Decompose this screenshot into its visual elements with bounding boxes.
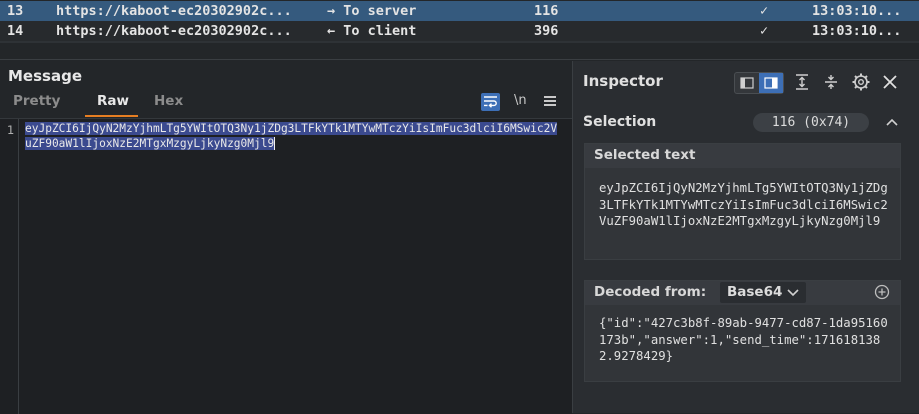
decoder-select-value: Base64	[727, 284, 783, 300]
decoder-select[interactable]: Base64	[720, 282, 806, 303]
tab-hex[interactable]: Hex	[154, 93, 183, 109]
show-newlines-button[interactable]: \n	[514, 93, 527, 108]
selected-text-label: Selected text	[594, 147, 696, 163]
active-tab-indicator	[85, 115, 138, 117]
row-time: 13:03:10...	[812, 23, 902, 39]
message-title: Message	[8, 67, 82, 85]
row-direction: → To server	[327, 3, 417, 19]
selection-length-badge: 116 (0x74)	[753, 113, 869, 132]
text-cursor	[274, 137, 276, 150]
row-time: 13:03:10...	[812, 3, 902, 19]
decoded-from-label: Decoded from:	[594, 284, 707, 300]
splitter-line	[0, 59, 919, 60]
word-wrap-icon	[484, 96, 497, 108]
inspector-title: Inspector	[583, 72, 663, 90]
selection-section-title[interactable]: Selection	[583, 114, 656, 130]
row-id: 13	[7, 3, 24, 19]
row-direction: ← To client	[327, 23, 417, 39]
panel-splitter[interactable]	[0, 43, 919, 61]
row-url: https://kaboot-ec20302902c...	[56, 3, 292, 19]
selected-text-value[interactable]: eyJpZCI6IjQyN2MzYjhmLTg5YWItOTQ3Ny1jZDg3…	[599, 180, 891, 230]
layout-horizontal-icon[interactable]	[735, 73, 759, 93]
inspector-panel: Inspector Selection 116 (0x74) Selected …	[573, 61, 919, 413]
check-icon: ✓	[760, 3, 769, 19]
decoded-text-value[interactable]: {"id":"427c3b8f-89ab-9477-cd87-1da951601…	[599, 315, 891, 365]
table-row[interactable]: 14 https://kaboot-ec20302902c... ← To cl…	[0, 21, 919, 41]
selected-text-box: Selected text eyJpZCI6IjQyN2MzYjhmLTg5YW…	[584, 143, 901, 260]
add-decoder-icon[interactable]	[874, 284, 890, 300]
gear-icon[interactable]	[851, 72, 871, 92]
layout-toggle[interactable]	[734, 72, 784, 94]
line-gutter: 1	[0, 119, 19, 414]
chevron-down-icon	[787, 289, 799, 297]
tab-raw[interactable]: Raw	[97, 93, 129, 109]
chevron-up-icon[interactable]	[885, 117, 899, 127]
selected-content[interactable]: eyJpZCI6IjQyN2MzYjhmLTg5YWItOTQ3Ny1jZDg3…	[25, 122, 558, 150]
decoded-box: Decoded from: Base64 {"id":"427c3b8f-89a…	[584, 280, 901, 382]
editor-content[interactable]: eyJpZCI6IjQyN2MzYjhmLTg5YWItOTQ3Ny1jZDg3…	[25, 122, 560, 151]
row-length: 396	[534, 23, 559, 39]
message-panel: Message Pretty Raw Hex \n 1 eyJpZCI6IjQy…	[0, 61, 572, 414]
line-number: 1	[7, 123, 15, 137]
table-row[interactable]: 13 https://kaboot-ec20302902c... → To se…	[0, 1, 919, 21]
expand-icon[interactable]	[792, 72, 812, 92]
collapse-icon[interactable]	[821, 72, 841, 92]
close-icon[interactable]	[880, 72, 900, 92]
row-id: 14	[7, 23, 24, 39]
tab-pretty[interactable]: Pretty	[13, 93, 60, 109]
row-url: https://kaboot-ec20302902c...	[56, 23, 292, 39]
decoded-header: Decoded from: Base64	[585, 281, 900, 305]
raw-editor[interactable]: 1 eyJpZCI6IjQyN2MzYjhmLTg5YWItOTQ3Ny1jZD…	[0, 118, 572, 414]
check-icon: ✓	[760, 23, 769, 39]
selected-text-header: Selected text	[585, 144, 900, 168]
layout-vertical-icon[interactable]	[759, 73, 783, 93]
word-wrap-button[interactable]	[481, 93, 500, 111]
row-length: 116	[534, 3, 559, 19]
menu-icon[interactable]	[543, 94, 557, 108]
history-table: 13 https://kaboot-ec20302902c... → To se…	[0, 0, 919, 43]
